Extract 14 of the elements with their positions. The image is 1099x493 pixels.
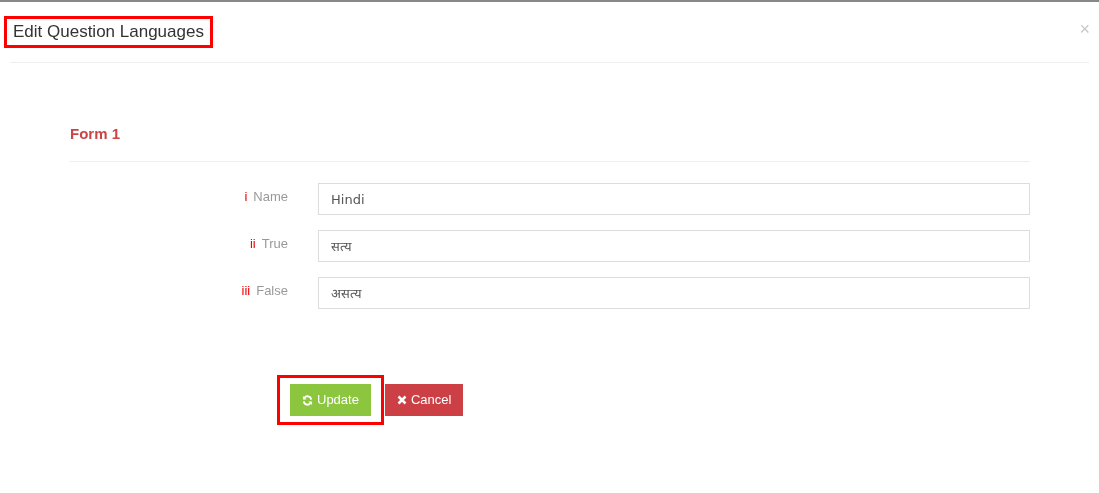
input-field[interactable]: असत्य [318, 277, 1030, 309]
input-field[interactable]: सत्य [318, 230, 1030, 262]
dialog-title: Edit Question Languages [13, 21, 204, 44]
cancel-button[interactable]: Cancel [384, 384, 464, 416]
field-index: ii [249, 235, 256, 254]
field-index: iii [241, 282, 251, 301]
input-field[interactable]: Hindi [318, 183, 1030, 215]
field-label: False [256, 282, 288, 301]
field-label: True [261, 235, 288, 254]
field-label: Name [253, 188, 288, 207]
field-index: i [244, 188, 248, 207]
refresh-icon [302, 394, 313, 406]
close-icon [396, 395, 407, 405]
form-heading: Form 1 [70, 124, 121, 143]
